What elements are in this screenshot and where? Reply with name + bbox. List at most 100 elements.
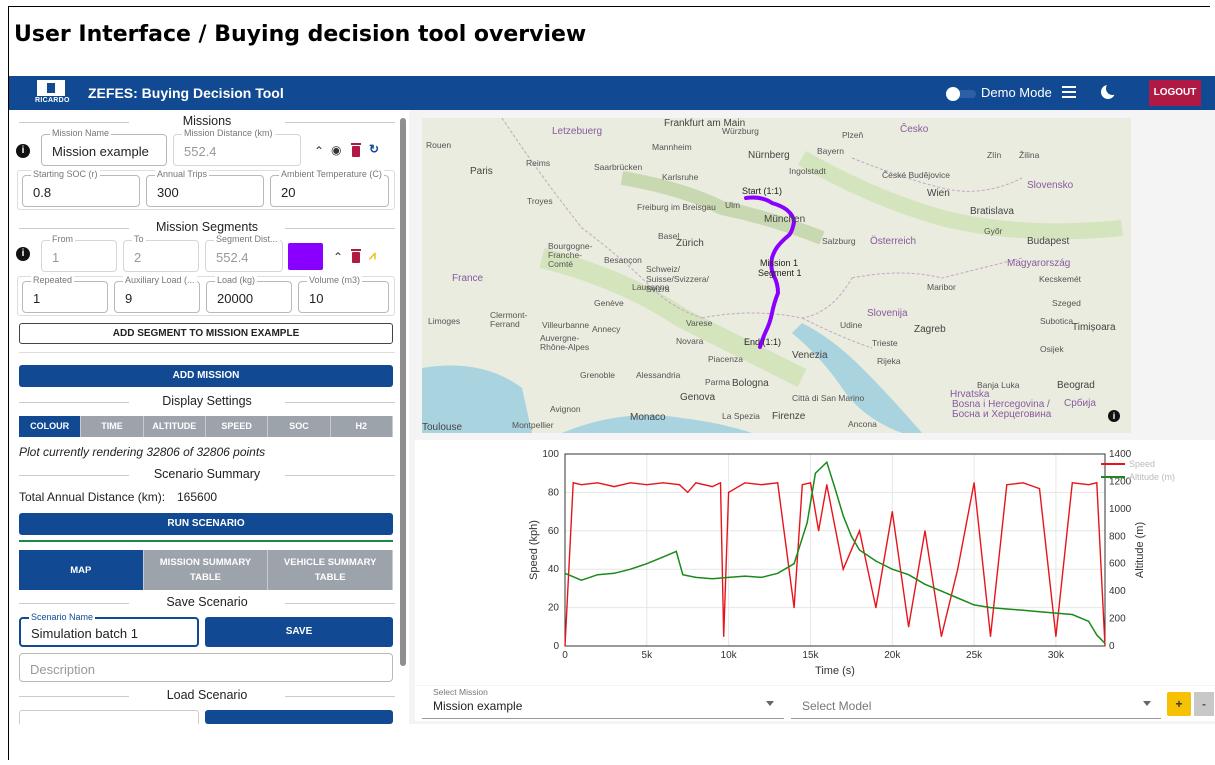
x-axis-label: Time (s) bbox=[815, 665, 855, 677]
map-attribution-info-icon[interactable]: i bbox=[1108, 410, 1120, 422]
data-point bbox=[924, 583, 926, 585]
place-label: Rijeka bbox=[877, 356, 901, 366]
repeated-field[interactable]: Repeated 1 bbox=[22, 275, 108, 313]
place-label: Subotica bbox=[1040, 316, 1074, 326]
x-tick-label: 10k bbox=[721, 650, 738, 661]
load-button[interactable] bbox=[205, 710, 393, 724]
mission-name-field[interactable]: Mission Name Mission example bbox=[41, 128, 167, 166]
description-field[interactable]: Description bbox=[19, 653, 393, 682]
display-option-speed[interactable]: SPEED bbox=[205, 416, 269, 437]
select-mission-dropdown[interactable]: Select Mission Mission example bbox=[422, 686, 784, 719]
place-label: Montpellier bbox=[512, 420, 554, 430]
place-label: Lausanne bbox=[632, 282, 670, 292]
data-point bbox=[1088, 620, 1090, 622]
data-point bbox=[989, 607, 992, 609]
display-option-altitude[interactable]: ALTITUDE bbox=[143, 416, 206, 437]
mission-segments-heading: Mission Segments bbox=[19, 220, 395, 234]
tab-map[interactable]: MAP bbox=[19, 550, 144, 590]
place-label: Wien bbox=[927, 188, 950, 199]
data-point bbox=[777, 482, 779, 484]
chart-svg: 0 5k 10k 15k 20k 25k 30k0204060801000200400600… bbox=[528, 449, 1175, 677]
y-tick-label: 20 bbox=[548, 603, 560, 614]
load-field[interactable]: Load (kg) 20000 bbox=[206, 275, 292, 313]
place-label: Karlsruhe bbox=[662, 172, 699, 182]
divider bbox=[19, 352, 395, 353]
route-label-segment: Segment 1 bbox=[758, 268, 802, 278]
bottom-controls: Select Mission Mission example Select Mo… bbox=[415, 686, 1215, 721]
data-point bbox=[580, 579, 582, 581]
data-point bbox=[646, 484, 648, 486]
place-label: Slovensko bbox=[1027, 180, 1074, 191]
auxiliary-load-field[interactable]: Auxiliary Load (... 9 bbox=[114, 275, 200, 313]
segment-color-swatch[interactable] bbox=[288, 243, 323, 270]
green-divider bbox=[19, 540, 393, 542]
data-point bbox=[973, 604, 975, 606]
data-point bbox=[687, 491, 689, 493]
annual-trips-field[interactable]: Annual Trips 300 bbox=[146, 169, 264, 207]
scenario-name-field[interactable]: Scenario Name Simulation batch 1 bbox=[19, 612, 199, 647]
info-icon[interactable]: i bbox=[16, 144, 30, 158]
y-tick-label: 80 bbox=[548, 487, 560, 498]
slide-title: User Interface / Buying decision tool ov… bbox=[14, 22, 587, 47]
segment-chevron-up-icon[interactable]: ⌃ bbox=[333, 250, 343, 264]
add-segment-button[interactable]: ADD SEGMENT TO MISSION EXAMPLE bbox=[19, 323, 393, 344]
refresh-icon[interactable]: ↻ bbox=[369, 142, 379, 156]
volume-field[interactable]: Volume (m3) 10 bbox=[298, 275, 389, 313]
data-point bbox=[723, 635, 725, 637]
place-label: La Spezia bbox=[722, 411, 760, 421]
display-option-soc[interactable]: SOC bbox=[268, 416, 331, 437]
run-scenario-button[interactable]: RUN SCENARIO bbox=[19, 513, 393, 535]
segment-info-icon[interactable]: i bbox=[16, 247, 30, 261]
delete-mission-icon[interactable] bbox=[351, 143, 361, 157]
data-point bbox=[597, 482, 599, 484]
y-tick-label: 60 bbox=[548, 526, 560, 537]
route-map[interactable]: Start (1:1) Mission 1 Segment 1 End (1:1… bbox=[422, 118, 1131, 433]
data-point bbox=[1006, 484, 1008, 486]
series-line-altitude-m- bbox=[564, 460, 1106, 644]
place-label: Auvergne-Rhône-Alpes bbox=[540, 333, 590, 352]
place-label: Villeurbanne bbox=[542, 320, 590, 330]
place-label: Zürich bbox=[676, 238, 704, 249]
data-point bbox=[858, 530, 861, 532]
chart-line-icon[interactable]: ⩘ bbox=[369, 248, 376, 262]
y-tick-label: 40 bbox=[548, 564, 560, 575]
display-option-h2[interactable]: H2 bbox=[330, 416, 393, 437]
add-mission-button[interactable]: ADD MISSION bbox=[19, 365, 393, 387]
app-title: ZEFES: Buying Decision Tool bbox=[88, 85, 284, 101]
display-option-time[interactable]: TIME bbox=[81, 416, 144, 437]
ambient-temperature-field[interactable]: Ambient Temperature (C) 20 bbox=[270, 169, 389, 207]
demo-mode-toggle[interactable] bbox=[946, 87, 976, 101]
select-model-dropdown[interactable]: Select Model bbox=[791, 686, 1161, 719]
chevron-up-icon[interactable]: ⌃ bbox=[314, 144, 324, 158]
dark-mode-moon-icon[interactable] bbox=[1101, 82, 1119, 99]
data-point bbox=[826, 484, 828, 486]
left-panel-scrollbar[interactable] bbox=[400, 118, 406, 666]
x-tick-label: 15k bbox=[802, 650, 819, 661]
load-scenario-field[interactable] bbox=[19, 710, 199, 724]
save-button[interactable]: SAVE bbox=[205, 617, 393, 647]
data-point bbox=[719, 482, 722, 484]
place-label: Kecskemét bbox=[1039, 274, 1082, 284]
data-point bbox=[818, 530, 820, 532]
x-tick-label: 5k bbox=[642, 650, 654, 661]
place-label: Zlín bbox=[987, 150, 1002, 160]
delete-segment-icon[interactable] bbox=[351, 249, 361, 263]
starting-soc-field[interactable]: Starting SOC (r) 0.8 bbox=[22, 169, 140, 207]
tab-mission-summary-table[interactable]: MISSION SUMMARY TABLE bbox=[143, 550, 269, 590]
logout-button[interactable]: LOGOUT bbox=[1149, 80, 1201, 106]
display-option-colour[interactable]: COLOUR bbox=[19, 416, 82, 437]
place-label: Varese bbox=[686, 318, 713, 328]
place-label: Saarbrücken bbox=[594, 162, 643, 172]
data-point bbox=[957, 568, 959, 570]
data-point bbox=[842, 515, 844, 517]
add-plot-button[interactable]: + bbox=[1167, 692, 1191, 716]
total-distance-value: 165600 bbox=[177, 490, 218, 504]
menu-icon[interactable] bbox=[1062, 86, 1076, 98]
remove-plot-button[interactable]: - bbox=[1194, 692, 1214, 716]
y2-tick-label: 0 bbox=[1109, 641, 1115, 652]
data-point bbox=[806, 521, 808, 524]
eye-icon[interactable]: ◉ bbox=[331, 143, 341, 157]
data-point bbox=[1038, 487, 1041, 490]
place-label: Bosna i Hercegovina / Босна и Херцеговин… bbox=[952, 399, 1052, 420]
tab-vehicle-summary-table[interactable]: VEHICLE SUMMARY TABLE bbox=[268, 550, 394, 590]
